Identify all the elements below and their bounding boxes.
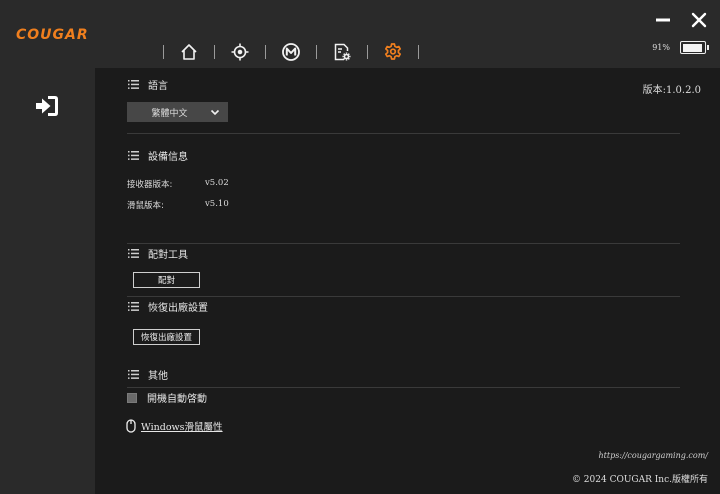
section-device-info-title: 設備信息: [148, 152, 188, 163]
cougar-logo: COUGAR: [16, 27, 89, 43]
divider: [127, 133, 680, 134]
close-icon: [691, 12, 707, 28]
mouse-icon: [126, 419, 136, 433]
section-other-header: 其他: [128, 367, 168, 382]
sign-in-icon: [36, 96, 58, 116]
crosshair-icon: [231, 43, 249, 61]
chevron-down-icon: [210, 109, 220, 116]
mouse-version-value: v5.10: [205, 199, 229, 209]
section-factory-reset-title: 恢復出廠設置: [148, 303, 208, 314]
mouse-version-row: 滑鼠版本: v5.10: [127, 199, 229, 211]
battery-level-fill: [682, 43, 702, 52]
divider: [127, 243, 680, 244]
section-pairing-title: 配對工具: [148, 250, 188, 261]
autostart-row: 開機自動啓動: [127, 390, 207, 405]
close-button[interactable]: [690, 10, 708, 30]
section-device-info-header: 設備信息: [128, 148, 188, 163]
minimize-button[interactable]: [654, 10, 672, 30]
nav-home-button[interactable]: [177, 40, 201, 64]
pair-button[interactable]: 配對: [133, 272, 200, 288]
nav-profile-settings-button[interactable]: [330, 40, 354, 64]
autostart-checkbox[interactable]: [127, 392, 137, 403]
main-nav: [150, 36, 432, 68]
app-version: 版本:1.0.2.0: [642, 85, 701, 96]
nav-separator: [316, 45, 317, 59]
battery-icon: [680, 41, 709, 54]
divider: [127, 387, 680, 388]
list-icon: [128, 302, 139, 311]
nav-macro-button[interactable]: [279, 40, 303, 64]
battery-cap: [706, 45, 709, 50]
home-icon: [181, 44, 197, 60]
factory-reset-button[interactable]: 恢復出廠設置: [133, 329, 200, 345]
settings-panel: 版本:1.0.2.0 語言 繁體中文 設備信息 接收器版本: v5.02 滑鼠版…: [95, 68, 720, 494]
nav-separator: [418, 45, 419, 59]
top-bar: COUGAR 91%: [0, 0, 720, 68]
macro-m-icon: [282, 43, 300, 61]
gear-icon: [384, 43, 402, 60]
nav-separator: [265, 45, 266, 59]
divider: [127, 296, 680, 297]
nav-separator: [367, 45, 368, 59]
copyright-text: © 2024 COUGAR Inc.版權所有: [571, 475, 708, 485]
receiver-version-row: 接收器版本: v5.02: [127, 178, 229, 190]
language-select[interactable]: 繁體中文: [127, 102, 228, 122]
section-other-title: 其他: [148, 371, 168, 382]
section-factory-reset-header: 恢復出廠設置: [128, 299, 208, 314]
sidebar: [0, 68, 95, 494]
battery-indicator: 91%: [652, 41, 709, 54]
section-pairing-header: 配對工具: [128, 246, 188, 261]
nav-settings-button[interactable]: [381, 40, 405, 64]
nav-separator: [214, 45, 215, 59]
receiver-version-value: v5.02: [205, 178, 229, 188]
list-icon: [128, 370, 139, 379]
mouse-version-label: 滑鼠版本:: [127, 201, 164, 211]
nav-dpi-button[interactable]: [228, 40, 252, 64]
mouse-properties-row: Windows滑鼠屬性: [126, 419, 223, 433]
window-controls: [654, 10, 708, 30]
logout-button[interactable]: [34, 94, 60, 118]
language-selected-value: 繁體中文: [151, 108, 188, 119]
minus-icon: [656, 18, 670, 22]
windows-mouse-properties-link[interactable]: Windows滑鼠屬性: [141, 419, 223, 433]
autostart-label: 開機自動啓動: [147, 394, 207, 405]
section-language-title: 語言: [148, 81, 168, 92]
list-icon: [128, 151, 139, 160]
battery-percent: 91%: [652, 43, 670, 52]
list-icon: [128, 249, 139, 258]
file-gear-icon: [334, 43, 351, 61]
receiver-version-label: 接收器版本:: [127, 180, 173, 190]
website-url[interactable]: https://cougargaming.com/: [599, 451, 709, 460]
nav-separator: [163, 45, 164, 59]
section-language-header: 語言: [128, 77, 168, 92]
list-icon: [128, 80, 139, 89]
